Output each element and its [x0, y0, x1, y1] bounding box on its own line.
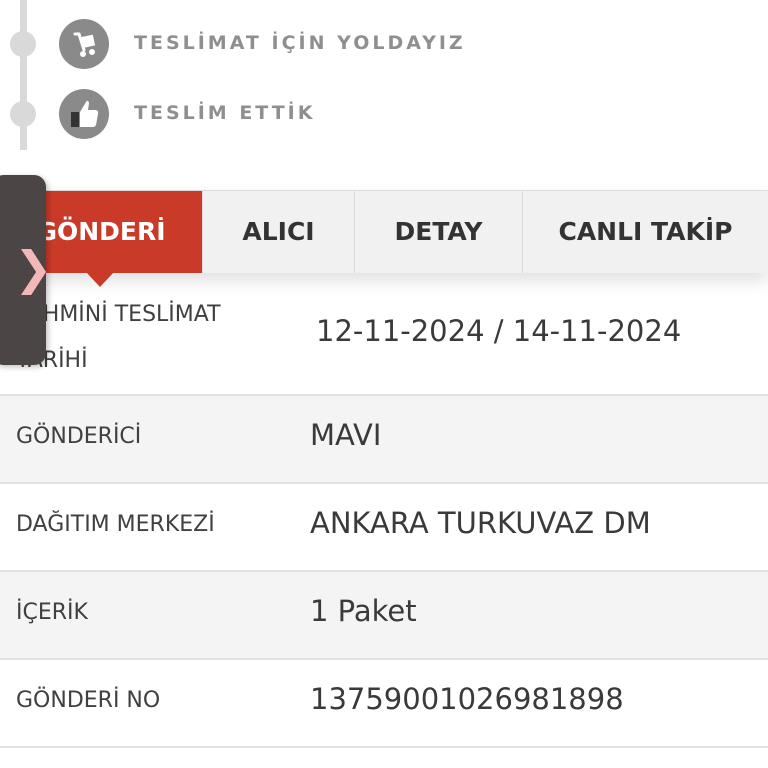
delivery-cart-icon [59, 19, 109, 69]
detail-label: İÇERİK [16, 600, 88, 625]
thumbs-up-icon [59, 89, 109, 139]
active-tab-pointer [86, 272, 114, 287]
timeline-step-delivered: TESLİM ETTİK [0, 86, 768, 142]
detail-value: 12-11-2024 / 14-11-2024 [316, 314, 682, 348]
chevron-right-icon: ❯ [14, 241, 53, 295]
side-drawer-handle[interactable]: ❯ [0, 175, 53, 365]
detail-label: GÖNDERİ NO [16, 688, 161, 713]
detail-value: ANKARA TURKUVAZ DM [310, 506, 651, 540]
detail-row-distribution-center: DAĞITIM MERKEZİ ANKARA TURKUVAZ DM [0, 484, 768, 572]
tab-detay[interactable]: DETAY [355, 191, 523, 273]
tab-canli-takip[interactable]: CANLI TAKİP [523, 191, 768, 273]
timeline-dot [10, 101, 36, 127]
detail-value: 1 Paket [310, 594, 417, 628]
tracking-timeline: TESLİMAT İÇİN YOLDAYIZ TESLİM ETTİK [0, 0, 768, 190]
detail-row-estimated-delivery: TAHMİNİ TESLİMAT TARİHİ 12-11-2024 / 14-… [0, 272, 768, 396]
detail-row-content: İÇERİK 1 Paket [0, 572, 768, 660]
timeline-step-label: TESLİMAT İÇİN YOLDAYIZ [134, 32, 466, 54]
tab-alici[interactable]: ALICI [203, 191, 355, 273]
detail-value: 13759001026981898 [310, 682, 624, 716]
timeline-dot [10, 31, 36, 57]
detail-row-shipment-number: GÖNDERİ NO 13759001026981898 [0, 660, 768, 748]
shipment-details: TAHMİNİ TESLİMAT TARİHİ 12-11-2024 / 14-… [0, 272, 768, 748]
detail-label: GÖNDERİCİ [16, 424, 142, 449]
timeline-step-on-the-way: TESLİMAT İÇİN YOLDAYIZ [0, 16, 768, 72]
detail-label: DAĞITIM MERKEZİ [16, 512, 215, 537]
shipment-tabs: GÖNDERİ ALICI DETAY CANLI TAKİP [0, 190, 768, 273]
detail-value: MAVI [310, 418, 382, 452]
timeline-step-label: TESLİM ETTİK [134, 102, 316, 124]
detail-label: TAHMİNİ TESLİMAT TARİHİ [16, 302, 221, 373]
detail-row-sender: GÖNDERİCİ MAVI [0, 396, 768, 484]
